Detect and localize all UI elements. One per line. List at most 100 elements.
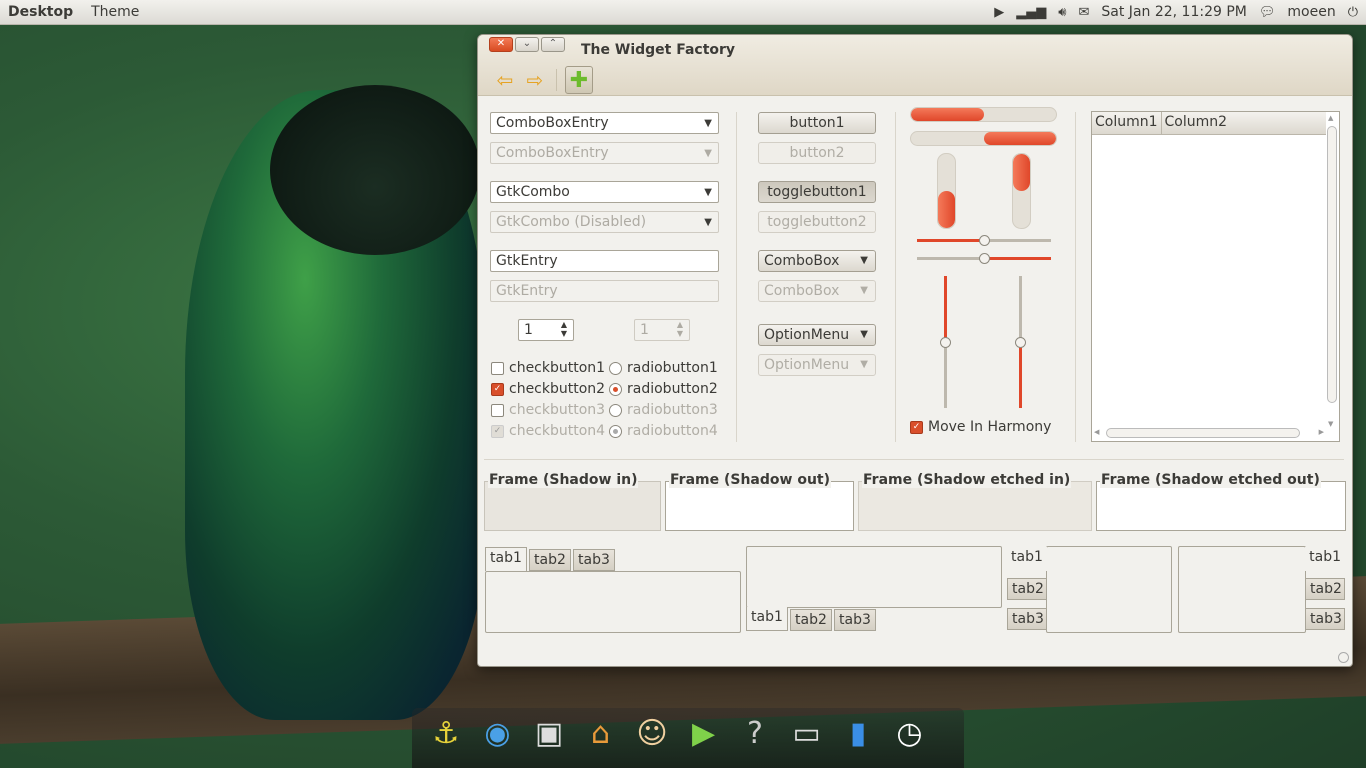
window-content: ComboBoxEntry ▼ ComboBoxEntry ▼ GtkCombo ▼ … [478,96,1352,666]
radiobutton-3: radiobutton3 [609,402,718,418]
tree-view[interactable]: Column1 Column2 ▲ ▼ ◀ ▶ [1091,111,1340,442]
terminal-icon[interactable]: ▣ [526,711,572,755]
dropdown-arrow-icon[interactable]: ▼ [704,116,712,132]
tab-3[interactable]: tab3 [1305,608,1345,630]
tab-1[interactable]: tab1 [1305,547,1345,571]
tree-header: Column1 Column2 [1092,112,1326,135]
volume-icon[interactable]: 🔊︎ [1058,6,1066,19]
radiobutton-label: radiobutton1 [627,360,718,376]
home-folder-icon[interactable]: ⌂ [578,711,624,755]
radio[interactable] [609,361,622,375]
radio[interactable] [609,382,622,396]
checkbutton-label: checkbutton4 [509,423,606,439]
radiobutton-label: radiobutton4 [627,423,718,439]
dropdown-arrow-icon: ▼ [860,255,868,266]
radiobutton-label: radiobutton3 [627,402,718,418]
gtkcombo[interactable]: GtkCombo ▼ [490,181,719,203]
spin-button-disabled: 1 ▲ ▼ [634,319,690,341]
vertical-scrollbar[interactable]: ▲ ▼ [1326,114,1338,428]
drive-icon[interactable]: ▭ [784,711,830,755]
slider-knob[interactable] [979,235,990,246]
battery-icon[interactable]: ▮ [835,711,881,755]
scroll-thumb[interactable] [1327,126,1337,403]
help-icon[interactable]: ? [732,711,778,755]
add-icon[interactable]: ✚ [565,66,593,94]
togglebutton2: togglebutton2 [758,211,876,233]
tab-2[interactable]: tab2 [529,549,571,571]
tab-1[interactable]: tab1 [746,607,788,631]
dropdown-arrow-icon[interactable]: ▼ [704,185,712,201]
vscale-2[interactable] [1015,276,1026,408]
tab-3[interactable]: tab3 [1007,608,1047,630]
checkbutton-label: checkbutton2 [509,381,606,397]
radiobutton-2[interactable]: radiobutton2 [609,381,718,397]
checkbox[interactable] [491,361,504,375]
slider-knob[interactable] [940,337,951,348]
column-header-1[interactable]: Column1 [1092,112,1162,134]
checkbox[interactable]: ✓ [491,382,504,396]
tab-2[interactable]: tab2 [790,609,832,631]
tab-1[interactable]: tab1 [485,547,527,571]
dropdown-arrow-icon: ▼ [704,148,712,159]
togglebutton1[interactable]: togglebutton1 [758,181,876,203]
radiobutton-label: radiobutton2 [627,381,718,397]
scroll-thumb[interactable] [1106,428,1300,438]
tab-1[interactable]: tab1 [1007,547,1047,571]
forward-arrow-icon[interactable]: ⇨ [522,67,548,93]
checkbutton-2[interactable]: ✓ checkbutton2 [491,381,605,397]
menu-theme[interactable]: Theme [81,4,149,20]
slider-knob[interactable] [1015,337,1026,348]
browser-icon[interactable]: ◉ [475,711,521,755]
vscale-1[interactable] [940,276,951,408]
slider-knob[interactable] [979,253,990,264]
scroll-left-icon[interactable]: ◀ [1094,428,1099,436]
mail-icon[interactable]: ✉ [1079,6,1090,19]
spin-button[interactable]: 1 ▲ ▼ [518,319,574,341]
radiobutton-1[interactable]: radiobutton1 [609,360,718,376]
scroll-right-icon[interactable]: ▶ [1319,428,1324,436]
titlebar: ✕ ⌄ ⌃ The Widget Factory ⇦ ⇨ ✚ [478,35,1352,96]
combobox[interactable]: ComboBox ▼ [758,250,876,272]
progress-bar-v2 [1012,153,1031,229]
back-arrow-icon[interactable]: ⇦ [492,67,518,93]
app-name[interactable]: Desktop [0,4,81,20]
clock-icon[interactable]: ◷ [887,711,933,755]
checkbutton-1[interactable]: checkbutton1 [491,360,605,376]
network-signal-icon[interactable]: ▂▄▆ [1016,6,1046,19]
comboboxentry[interactable]: ComboBoxEntry ▼ [490,112,719,134]
move-in-harmony-check[interactable]: ✓ Move In Harmony [910,419,1051,435]
hscale-1[interactable] [917,235,1051,246]
tab-3[interactable]: tab3 [573,549,615,571]
horizontal-scrollbar[interactable]: ◀ ▶ [1094,427,1324,439]
frame-shadow-etched-out: Frame (Shadow etched out) [1096,472,1346,531]
media-player-icon[interactable]: ▶ [681,711,727,755]
checkbox[interactable]: ✓ [910,420,923,434]
frame-shadow-out: Frame (Shadow out) [665,472,854,531]
clock[interactable]: Sat Jan 22, 11:29 PM [1101,4,1246,20]
maximize-button[interactable]: ⌃ [541,37,565,52]
minimize-button[interactable]: ⌄ [515,37,539,52]
optionmenu[interactable]: OptionMenu ▼ [758,324,876,346]
media-player-indicator-icon[interactable]: ▶ [994,6,1004,19]
tab-3[interactable]: tab3 [834,609,876,631]
close-button[interactable]: ✕ [489,37,513,52]
people-icon[interactable]: ☺ [629,711,675,755]
user-name[interactable]: moeen [1287,4,1335,20]
chat-icon[interactable]: 💬︎ [1259,6,1276,19]
anchor-icon[interactable]: ⚓ [423,711,469,755]
power-icon[interactable]: ⏻ [1348,6,1358,19]
tab-2[interactable]: tab2 [1305,578,1345,600]
resize-grip[interactable] [1338,652,1349,663]
checkbox: ✓ [491,424,504,438]
tab-2[interactable]: tab2 [1007,578,1047,600]
button1[interactable]: button1 [758,112,876,134]
gtkentry[interactable]: GtkEntry [490,250,719,272]
spin-arrows-icon[interactable]: ▲ ▼ [561,320,567,338]
hscale-2[interactable] [917,253,1051,264]
scroll-up-icon[interactable]: ▲ [1328,114,1333,122]
checkbutton-3: checkbutton3 [491,402,605,418]
checkbutton-label: checkbutton1 [509,360,606,376]
radiobutton-4: radiobutton4 [609,423,718,439]
column-header-2[interactable]: Column2 [1162,112,1326,134]
scroll-down-icon[interactable]: ▼ [1328,420,1333,428]
